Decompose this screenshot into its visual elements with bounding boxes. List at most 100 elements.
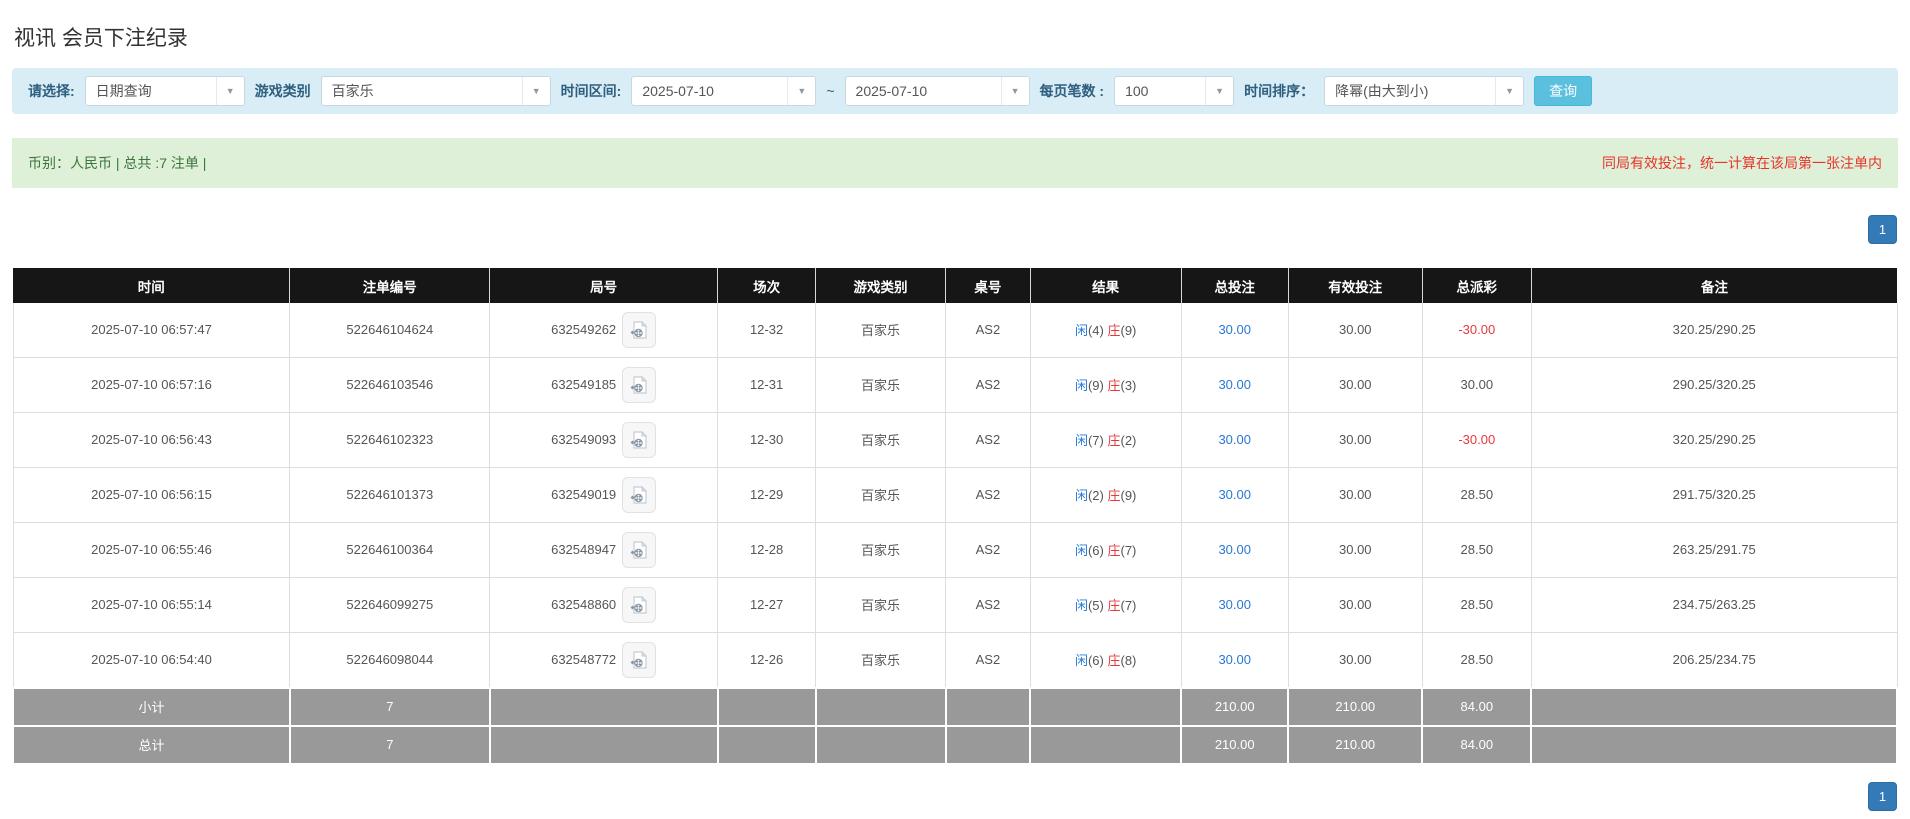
bet-id: 522646098044 <box>290 632 490 688</box>
sort-order-select[interactable]: 降幂(由大到小) ▼ <box>1324 76 1524 106</box>
subtotal-empty-cell <box>1531 688 1897 726</box>
video-replay-button[interactable] <box>622 312 656 348</box>
player-result-label: 闲 <box>1075 433 1088 448</box>
video-replay-button[interactable] <box>622 367 656 403</box>
col-header-round-id: 局号 <box>490 269 718 303</box>
player-result-label: 闲 <box>1075 598 1088 613</box>
banker-result-score: (9) <box>1121 323 1137 338</box>
video-replay-button[interactable] <box>622 642 656 678</box>
page: 视讯 会员下注纪录 请选择: 日期查询 ▼ 游戏类别 百家乐 ▼ 时间区间: 2… <box>0 0 1910 811</box>
chevron-down-icon: ▼ <box>216 77 244 105</box>
table-no: AS2 <box>946 303 1031 358</box>
table-row: 2025-07-10 06:54:40 522646098044 6325487… <box>13 632 1897 688</box>
result-cell: 闲(6) 庄(8) <box>1030 632 1181 688</box>
total-bet-link[interactable]: 30.00 <box>1181 412 1288 467</box>
video-replay-button[interactable] <box>622 587 656 623</box>
game-type: 百家乐 <box>816 467 946 522</box>
valid-bet: 30.00 <box>1288 412 1422 467</box>
video-replay-button[interactable] <box>622 532 656 568</box>
player-result-label: 闲 <box>1075 323 1088 338</box>
player-result-score: (9) <box>1088 378 1104 393</box>
payout: -30.00 <box>1422 303 1531 358</box>
game-type: 百家乐 <box>816 412 946 467</box>
table-row: 2025-07-10 06:56:15 522646101373 6325490… <box>13 467 1897 522</box>
film-reel-icon <box>629 540 649 560</box>
table-row: 2025-07-10 06:57:16 522646103546 6325491… <box>13 357 1897 412</box>
total-bet-link[interactable]: 30.00 <box>1181 357 1288 412</box>
date-type-value: 日期查询 <box>86 77 216 105</box>
date-from-select[interactable]: 2025-07-10 ▼ <box>631 76 816 106</box>
table-no: AS2 <box>946 632 1031 688</box>
date-from-value: 2025-07-10 <box>632 77 787 105</box>
player-result-score: (5) <box>1088 598 1104 613</box>
banker-result-score: (7) <box>1121 598 1137 613</box>
total-empty-cell <box>816 726 946 764</box>
col-header-time: 时间 <box>13 269 290 303</box>
col-header-session: 场次 <box>718 269 816 303</box>
valid-bet: 30.00 <box>1288 632 1422 688</box>
total-bet-link[interactable]: 30.00 <box>1181 577 1288 632</box>
chevron-down-icon: ▼ <box>522 77 550 105</box>
result-cell: 闲(2) 庄(9) <box>1030 467 1181 522</box>
round-cell: 632549262 <box>490 303 718 358</box>
subtotal-row: 小计 7 210.00 210.00 84.00 <box>13 688 1897 726</box>
total-empty-cell <box>1030 726 1181 764</box>
subtotal-empty-cell <box>718 688 816 726</box>
round-cell: 632548860 <box>490 577 718 632</box>
result-cell: 闲(5) 庄(7) <box>1030 577 1181 632</box>
payout: 28.50 <box>1422 577 1531 632</box>
date-range-separator: ~ <box>826 83 834 99</box>
player-result-score: (4) <box>1088 323 1104 338</box>
date-to-select[interactable]: 2025-07-10 ▼ <box>845 76 1030 106</box>
game-type: 百家乐 <box>816 357 946 412</box>
video-replay-button[interactable] <box>622 477 656 513</box>
currency-total-text: 币别：人民币 | 总共 :7 注单 | <box>28 153 206 173</box>
total-empty-cell <box>946 726 1031 764</box>
film-reel-icon <box>629 650 649 670</box>
banker-result-label: 庄 <box>1107 543 1120 558</box>
page-size-select[interactable]: 100 ▼ <box>1114 76 1234 106</box>
total-bet-link[interactable]: 30.00 <box>1181 522 1288 577</box>
game-category-select[interactable]: 百家乐 ▼ <box>321 76 551 106</box>
result-cell: 闲(6) 庄(7) <box>1030 522 1181 577</box>
table-no: AS2 <box>946 357 1031 412</box>
total-row: 总计 7 210.00 210.00 84.00 <box>13 726 1897 764</box>
round-id: 632548947 <box>551 542 616 557</box>
film-reel-icon <box>629 375 649 395</box>
date-type-select[interactable]: 日期查询 ▼ <box>85 76 245 106</box>
valid-bet: 30.00 <box>1288 303 1422 358</box>
payout: 28.50 <box>1422 632 1531 688</box>
payout: -30.00 <box>1422 412 1531 467</box>
game-type: 百家乐 <box>816 632 946 688</box>
game-category-label: 游戏类别 <box>255 81 311 101</box>
banker-result-label: 庄 <box>1107 598 1120 613</box>
table-no: AS2 <box>946 467 1031 522</box>
player-result-label: 闲 <box>1075 653 1088 668</box>
video-replay-button[interactable] <box>622 422 656 458</box>
search-button[interactable]: 查询 <box>1534 76 1592 106</box>
round-cell: 632549093 <box>490 412 718 467</box>
remark: 291.75/320.25 <box>1531 467 1897 522</box>
result-cell: 闲(9) 庄(3) <box>1030 357 1181 412</box>
page-1-button[interactable]: 1 <box>1868 782 1897 811</box>
banker-result-score: (8) <box>1121 653 1137 668</box>
total-total-bet: 210.00 <box>1181 726 1288 764</box>
subtotal-empty-cell <box>1030 688 1181 726</box>
remark: 320.25/290.25 <box>1531 412 1897 467</box>
subtotal-empty-cell <box>490 688 718 726</box>
total-bet-link[interactable]: 30.00 <box>1181 632 1288 688</box>
game-type: 百家乐 <box>816 577 946 632</box>
col-header-game-type: 游戏类别 <box>816 269 946 303</box>
pagination-top: 1 <box>12 215 1898 244</box>
total-empty-cell <box>718 726 816 764</box>
valid-bet: 30.00 <box>1288 577 1422 632</box>
total-valid-bet: 210.00 <box>1288 726 1422 764</box>
session-no: 12-29 <box>718 467 816 522</box>
total-bet-link[interactable]: 30.00 <box>1181 467 1288 522</box>
valid-bet: 30.00 <box>1288 467 1422 522</box>
total-bet-link[interactable]: 30.00 <box>1181 303 1288 358</box>
remark: 320.25/290.25 <box>1531 303 1897 358</box>
session-no: 12-27 <box>718 577 816 632</box>
page-size-label: 每页笔数 : <box>1040 81 1105 101</box>
page-1-button[interactable]: 1 <box>1868 215 1897 244</box>
